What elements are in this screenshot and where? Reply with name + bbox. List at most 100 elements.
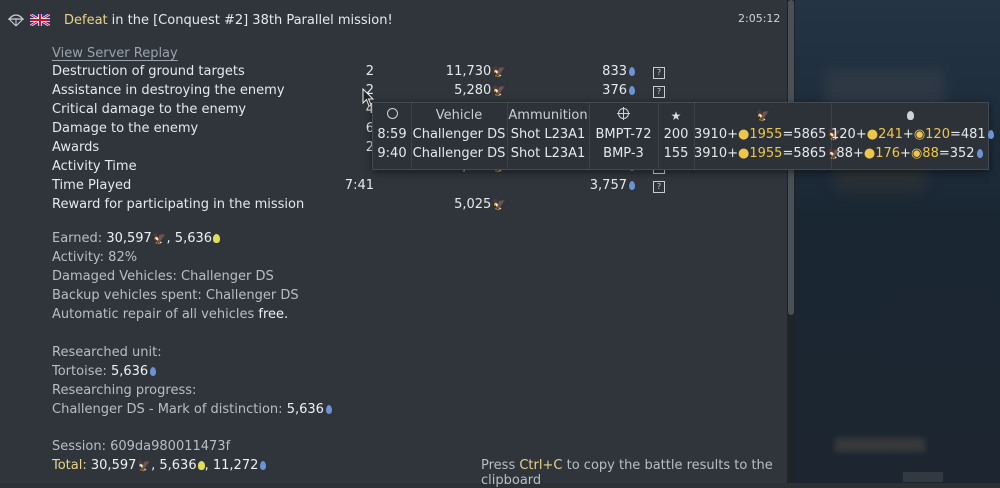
earned-label: Earned: <box>52 231 103 246</box>
tooltip-vehicle-cell: Challenger DS <box>412 146 506 161</box>
research-points-icon <box>260 461 267 470</box>
silver-lions-icon: 🦅 <box>152 232 167 245</box>
rp-total: 352 <box>949 146 975 161</box>
stat-research-points-value: 833 <box>602 64 627 79</box>
tooltip-target-cell: BMPT-72 <box>595 127 652 142</box>
stat-research-points-value: 376 <box>602 83 627 98</box>
tooltip-research-points-cell: 88+●176+◉88=352 <box>831 144 988 163</box>
equals-sign: = <box>949 127 961 142</box>
session-id: Session: 609da980011473f <box>52 439 231 454</box>
mission-message: in the [Conquest #2] 38th Parallel missi… <box>111 12 393 28</box>
tooltip-silver-lions-cell: 3910+●1955=5865🦅 <box>694 125 841 144</box>
star-icon: ★ <box>670 109 682 123</box>
booster-bonus-icon: ◉ <box>910 146 923 161</box>
tooltip-ammo-cell: Shot L23A1 <box>510 146 586 161</box>
scrollbar[interactable] <box>787 0 795 483</box>
research-points-icon <box>629 181 635 190</box>
stat-silver-lions: 5,025🦅 <box>454 197 506 212</box>
total-label: Total: <box>52 458 87 473</box>
stat-silver-lions-value: 11,730 <box>445 64 492 79</box>
silver-lions-icon: 🦅 <box>492 84 506 97</box>
plus-sign: + <box>852 146 864 161</box>
tooltip-target-cell: BMP-3 <box>603 146 644 161</box>
earned-line: Earned: 30,597🦅, 5,636 <box>52 231 221 246</box>
equals-sign: = <box>938 146 950 161</box>
crosshair-icon <box>617 107 630 120</box>
sl-bonus: 1955 <box>749 127 783 142</box>
copy-hint: Press Ctrl+C to copy the battle results … <box>481 458 787 488</box>
research-points-icon <box>629 86 635 95</box>
lightbulb-icon <box>906 111 914 120</box>
silver-lions-header: 🦅 <box>694 105 831 127</box>
stat-research-points: 833 <box>602 64 635 79</box>
plus-sign: + <box>727 127 738 142</box>
plus-sign: + <box>855 127 867 142</box>
sl-total: 5865 <box>793 127 827 142</box>
score-header: ★ <box>658 105 694 127</box>
stat-silver-lions: 5,280🦅 <box>454 83 506 98</box>
rp-total: 481 <box>960 127 986 142</box>
research-points-icon <box>325 405 332 414</box>
silver-lions-icon: 🦅 <box>492 198 506 211</box>
help-icon[interactable]: ? <box>653 181 665 193</box>
plus-sign: + <box>900 146 911 161</box>
rp-bonus-2: 88 <box>922 146 939 161</box>
earned-separator: , <box>166 231 171 246</box>
stat-silver-lions-value: 5,280 <box>454 83 492 98</box>
result-label: Defeat <box>64 12 108 28</box>
sl-bonus: 1955 <box>749 146 783 161</box>
researched-unit-line: Tortoise: 5,636 <box>52 364 157 379</box>
total-ge-value: 5,636 <box>159 458 197 473</box>
stat-label: Reward for participating in the mission <box>52 197 305 212</box>
backup-vehicles-line: Backup vehicles spent: Challenger DS <box>52 288 299 303</box>
research-points-icon <box>150 367 157 376</box>
clock-icon <box>386 108 398 119</box>
premium-bonus-icon: ● <box>738 127 750 142</box>
stat-silver-lions: 11,730🦅 <box>446 64 506 79</box>
research-points-icon <box>987 130 994 139</box>
equals-sign: = <box>782 127 794 142</box>
target-header <box>589 105 658 127</box>
vehicle-header: Vehicle <box>435 108 483 123</box>
tooltip-score-cell: 200 <box>663 127 689 142</box>
rp-bonus: 241 <box>878 127 903 142</box>
rp-bonus-2: 120 <box>925 127 950 142</box>
stats-row: Reward for participating in the mission 5… <box>0 197 787 216</box>
stat-label: Time Played <box>52 178 132 193</box>
stat-research-points: 3,757 <box>590 178 635 193</box>
stat-research-points-value: 3,757 <box>589 178 627 193</box>
premium-bonus-icon: ● <box>863 146 876 161</box>
stat-label: Damage to the enemy <box>52 121 199 136</box>
tooltip-time-cell: 9:40 <box>377 146 407 161</box>
stat-research-points: 376 <box>602 83 635 98</box>
researched-value: 5,636 <box>110 364 149 379</box>
background-blur <box>835 438 925 452</box>
earned-sl-value: 30,597 <box>106 231 152 246</box>
damaged-vehicles-line: Damaged Vehicles: Challenger DS <box>52 269 274 284</box>
researched-label: Researched unit: <box>52 345 162 360</box>
research-progress-unit: Challenger DS - Mark of distinction: <box>52 402 283 417</box>
stat-silver-lions-value: 5,025 <box>454 197 492 212</box>
stat-label: Critical damage to the enemy <box>52 102 247 117</box>
research-points-icon <box>629 67 635 76</box>
view-server-replay-link[interactable]: View Server Replay <box>52 46 178 61</box>
battle-results-panel: Defeat in the [Conquest #2] 38th Paralle… <box>0 0 787 488</box>
silver-lions-icon: 🦅 <box>492 65 506 78</box>
research-progress-line: Challenger DS - Mark of distinction: 5,6… <box>52 402 332 417</box>
tooltip-time-cell: 8:59 <box>377 127 407 142</box>
help-icon[interactable]: ? <box>653 67 665 79</box>
stats-row: Destruction of ground targets 2 11,730🦅 833… <box>0 64 787 83</box>
help-icon[interactable]: ? <box>653 86 665 98</box>
lightbulb-icon <box>213 234 221 243</box>
sl-base: 3910 <box>694 127 728 142</box>
stat-label: Awards <box>52 140 100 155</box>
sl-base: 3910 <box>694 146 728 161</box>
activity-line: Activity: 82% <box>52 250 138 265</box>
result-header: Defeat in the [Conquest #2] 38th Paralle… <box>7 10 393 30</box>
total-sl-value: 30,597 <box>90 458 137 473</box>
kill-details-tooltip: Vehicle Ammunition ★ 🦅 8:59 Challenger DS… <box>372 102 994 170</box>
rp-bonus: 176 <box>875 146 901 161</box>
silver-lions-icon: 🦅 <box>756 109 770 122</box>
time-header <box>373 105 411 127</box>
stats-row: Time Played 7:41 3,757? <box>0 178 787 197</box>
